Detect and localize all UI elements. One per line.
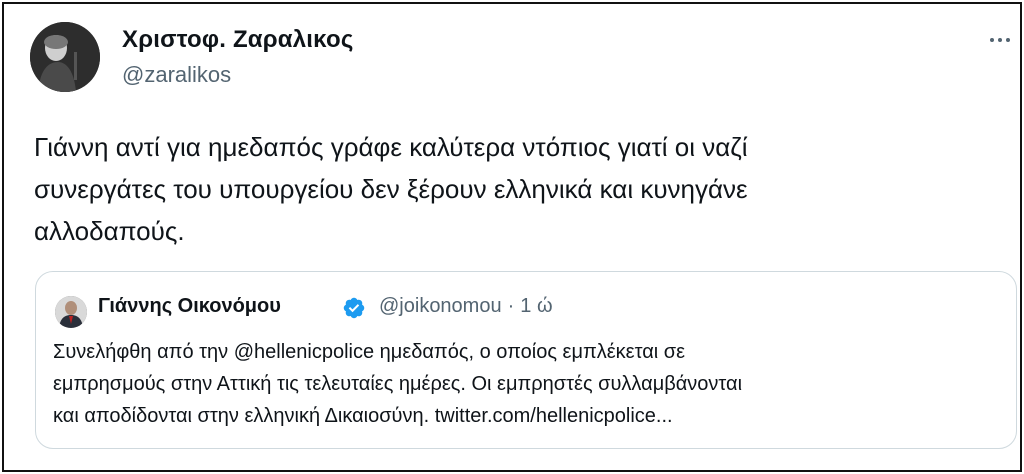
quoted-tweet[interactable]: Γιάννης Οικονόμου @joikonomou · 1 ώ Συνελή… xyxy=(35,271,1017,449)
quoted-author-name[interactable]: Γιάννης Οικονόμου xyxy=(98,295,281,318)
quoted-author-avatar-image xyxy=(55,296,87,328)
tweet-text-line: συνεργάτες του υπουργείου δεν ξέρουν ελλ… xyxy=(34,174,748,204)
more-dot xyxy=(990,38,994,42)
quoted-text-line: εμπρησμούς στην Αττική τις τελευταίες ημ… xyxy=(53,373,743,395)
quoted-tweet-text: Συνελήφθη από την @hellenicpolice ημεδαπ… xyxy=(53,336,1003,432)
author-name[interactable]: Χριστοφ. Ζαραλικος xyxy=(122,26,354,54)
author-avatar[interactable] xyxy=(30,22,100,92)
verified-badge-icon xyxy=(343,297,365,319)
author-avatar-image xyxy=(30,22,100,92)
more-options-icon[interactable] xyxy=(982,30,1018,50)
meta-separator: · xyxy=(507,295,515,317)
quoted-tweet-time[interactable]: 1 ώ xyxy=(520,295,552,317)
quoted-author-handle[interactable]: @joikonomou xyxy=(379,295,502,317)
more-dot xyxy=(1006,38,1010,42)
tweet-text-line: αλλοδαπούς. xyxy=(34,216,185,246)
author-handle[interactable]: @zaralikos xyxy=(122,62,231,88)
quoted-author-avatar[interactable] xyxy=(55,296,87,328)
tweet-text-line: Γιάννη αντί για ημεδαπός γράφε καλύτερα … xyxy=(34,132,748,162)
quoted-text-line: και αποδίδονται στην ελληνική Δικαιοσύνη… xyxy=(53,405,673,427)
tweet-text: Γιάννη αντί για ημεδαπός γράφε καλύτερα … xyxy=(34,126,934,252)
more-dot xyxy=(998,38,1002,42)
tweet-card: Χριστοφ. Ζαραλικος @zaralikos Γιάννη αντ… xyxy=(2,2,1022,472)
quoted-author-meta: @joikonomou · 1 ώ xyxy=(379,295,553,318)
quoted-text-line: Συνελήφθη από την @hellenicpolice ημεδαπ… xyxy=(53,341,686,363)
